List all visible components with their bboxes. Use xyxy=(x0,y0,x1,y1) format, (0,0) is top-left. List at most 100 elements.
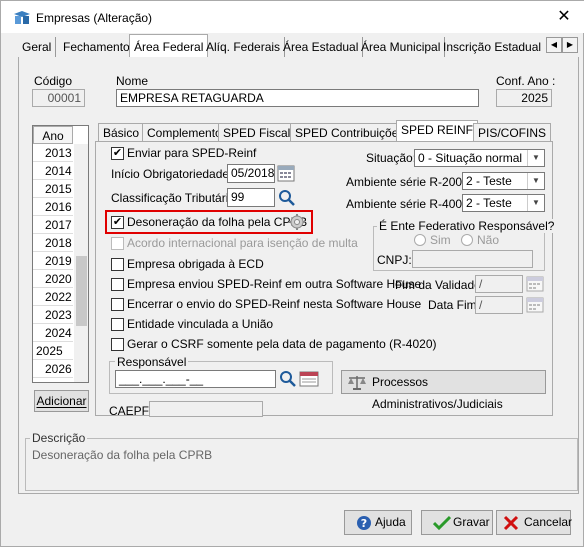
entidade-uniao-checkbox[interactable] xyxy=(111,318,124,331)
gerar-csrf-label: Gerar o CSRF somente pela data de pagame… xyxy=(127,337,437,351)
year-item[interactable]: 2026 xyxy=(33,360,73,378)
chevron-down-icon: ▼ xyxy=(527,195,544,211)
tab-scroll-right-icon[interactable]: ▶ xyxy=(562,37,578,53)
adicionar-button[interactable]: Adicionar xyxy=(34,390,89,412)
subtab-sped-reinf[interactable]: SPED REINF xyxy=(396,120,479,142)
outra-software-house-checkbox[interactable] xyxy=(111,278,124,291)
year-item[interactable]: 2023 xyxy=(33,306,73,324)
inicio-obrigatoriedade-label: Início Obrigatoriedade: xyxy=(111,167,233,181)
year-item[interactable]: 2013 xyxy=(33,144,73,162)
nao-radio[interactable] xyxy=(461,234,473,246)
calendar-icon[interactable] xyxy=(277,164,295,183)
cancelar-label: Cancelar xyxy=(524,515,573,529)
nao-label: Não xyxy=(477,233,500,247)
ambiente-r2000-value: 2 - Teste xyxy=(466,174,512,188)
tab-fechamento[interactable]: Fechamento xyxy=(59,37,135,57)
ajuda-label: Ajuda xyxy=(375,515,406,529)
classificacao-tributaria-label: Classificação Tributária: xyxy=(111,191,239,205)
caepf-label: CAEPF: xyxy=(109,404,153,418)
situacao-value: 0 - Situação normal xyxy=(418,151,523,165)
processos-label: Processos Administrativos/Judiciais xyxy=(372,375,503,411)
empresa-ecd-checkbox[interactable] xyxy=(111,258,124,271)
year-item[interactable]: 2015 xyxy=(33,180,73,198)
year-item[interactable]: 2024 xyxy=(33,324,73,342)
inicio-obrigatoriedade-field[interactable]: 05/2018 xyxy=(227,164,275,183)
cancel-icon xyxy=(503,515,519,531)
caepf-field[interactable] xyxy=(149,401,263,417)
tab-inscricao-estadual[interactable]: Inscrição Estadual S xyxy=(439,37,545,57)
classificacao-tributaria-field[interactable]: 99 xyxy=(227,188,275,207)
chevron-down-icon: ▼ xyxy=(527,173,544,189)
situacao-select[interactable]: 0 - Situação normal ▼ xyxy=(414,149,545,167)
subtab-basico[interactable]: Básico xyxy=(98,123,145,142)
acordo-internacional-checkbox[interactable] xyxy=(111,237,124,250)
responsavel-label: Responsável xyxy=(115,355,189,369)
svg-text:?: ? xyxy=(361,517,367,530)
sim-radio[interactable] xyxy=(414,234,426,246)
fim-validade-field[interactable]: / xyxy=(475,275,523,293)
highlight-box xyxy=(105,210,313,234)
entidade-uniao-label: Entidade vinculada a União xyxy=(127,317,274,331)
ambiente-r2000-select[interactable]: 2 - Teste ▼ xyxy=(462,172,545,190)
sim-label: Sim xyxy=(430,233,451,247)
codigo-field: 00001 xyxy=(32,89,85,107)
close-icon[interactable]: ✕ xyxy=(549,6,579,28)
cnpj-field[interactable] xyxy=(412,250,533,268)
help-icon: ? xyxy=(357,516,371,530)
conf-ano-label: Conf. Ano : xyxy=(496,74,556,88)
calendar-icon[interactable] xyxy=(526,296,544,314)
enviar-sped-reinf-checkbox[interactable]: ✔ xyxy=(111,147,124,160)
nome-field[interactable]: EMPRESA RETAGUARDA xyxy=(116,89,479,107)
tab-geral[interactable]: Geral xyxy=(18,37,57,57)
ambiente-r4000-label: Ambiente série R-4000: xyxy=(346,197,473,211)
year-item[interactable]: 2016 xyxy=(33,198,73,216)
empresa-ecd-label: Empresa obrigada à ECD xyxy=(127,257,264,271)
tab-area-estadual[interactable]: Área Estadual xyxy=(279,37,364,57)
year-list[interactable]: Ano 2013 2014 2015 2016 2017 2018 2019 2… xyxy=(32,125,89,383)
data-fim-label: Data Fim: xyxy=(428,298,481,312)
outra-software-house-label: Empresa enviou SPED-Reinf em outra Softw… xyxy=(127,277,422,291)
calendar-icon[interactable] xyxy=(526,275,544,293)
year-item-selected[interactable]: 2025 xyxy=(33,342,73,360)
year-item[interactable]: 2022 xyxy=(33,288,73,306)
year-scrollbar-thumb[interactable] xyxy=(76,256,87,326)
cancelar-button[interactable]: Cancelar xyxy=(496,510,573,535)
search-icon[interactable] xyxy=(279,370,297,388)
conf-ano-field: 2025 xyxy=(496,89,552,107)
year-item[interactable]: 2019 xyxy=(33,252,73,270)
year-item[interactable]: 2018 xyxy=(33,234,73,252)
gravar-button[interactable]: Gravar xyxy=(421,510,493,535)
year-item[interactable]: 2017 xyxy=(33,216,73,234)
descricao-text: Desoneração da folha pela CPRB xyxy=(32,448,213,462)
encerrar-envio-label: Encerrar o envio do SPED-Reinf nesta Sof… xyxy=(127,297,422,311)
year-item[interactable]: 2020 xyxy=(33,270,73,288)
cnpj-label: CNPJ: xyxy=(377,253,412,267)
year-item[interactable]: 2014 xyxy=(33,162,73,180)
ambiente-r4000-select[interactable]: 2 - Teste ▼ xyxy=(462,194,545,212)
data-fim-field[interactable]: / xyxy=(475,296,523,314)
subtab-complemento[interactable]: Complemento xyxy=(142,123,227,142)
app-icon xyxy=(14,11,30,24)
search-icon[interactable] xyxy=(278,188,296,207)
title-bar: Empresas (Alteração) ✕ xyxy=(1,1,584,33)
processos-button[interactable]: Processos Administrativos/Judiciais xyxy=(341,370,546,411)
subtab-sped-fiscal[interactable]: SPED Fiscal xyxy=(218,123,296,142)
descricao-label: Descrição xyxy=(30,431,88,445)
subtab-sped-contribuicoes[interactable]: SPED Contribuições xyxy=(290,123,410,142)
gravar-label: Gravar xyxy=(453,515,490,529)
subtab-pis-cofins[interactable]: PIS/COFINS xyxy=(473,123,552,142)
tab-area-municipal[interactable]: Área Municipal xyxy=(357,37,446,57)
tab-scroll-left-icon[interactable]: ◀ xyxy=(546,37,562,53)
tab-aliq-federais[interactable]: Alíq. Federais xyxy=(202,37,286,57)
ajuda-button[interactable]: ? Ajuda xyxy=(344,510,412,535)
tab-area-federal[interactable]: Área Federal xyxy=(129,34,209,58)
encerrar-envio-checkbox[interactable] xyxy=(111,298,124,311)
responsavel-field[interactable]: ___.___.___-__ xyxy=(115,370,276,388)
ente-federativo-label: É Ente Federativo Responsável? xyxy=(377,219,557,233)
situacao-label: Situação: xyxy=(366,151,417,165)
list-icon[interactable] xyxy=(299,370,319,388)
ambiente-r4000-value: 2 - Teste xyxy=(466,196,512,210)
check-icon xyxy=(433,515,451,531)
gerar-csrf-checkbox[interactable] xyxy=(111,338,124,351)
acordo-internacional-label: Acordo internacional para isenção de mul… xyxy=(127,236,358,250)
